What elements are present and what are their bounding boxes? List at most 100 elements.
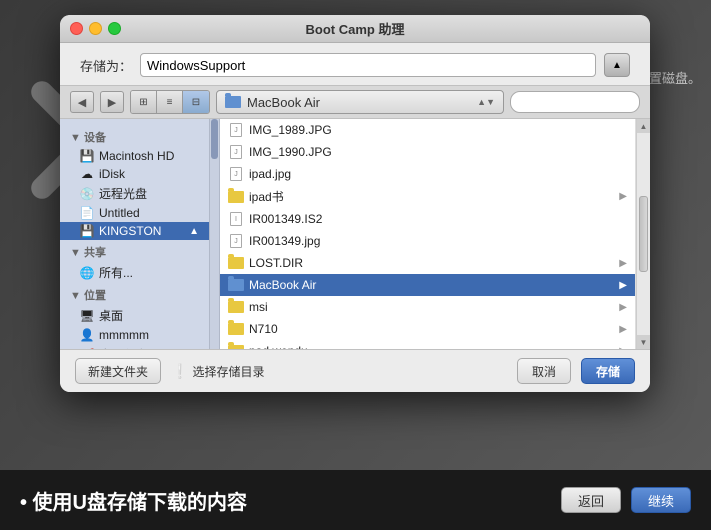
folder-icon-lost xyxy=(228,256,244,270)
sidebar-item-kingston[interactable]: 💾 KINGSTON ▲ xyxy=(60,222,209,240)
search-input[interactable] xyxy=(510,91,640,113)
view-icon-button[interactable]: ⊞ xyxy=(131,91,157,113)
scrollbar-up-button[interactable]: ▲ xyxy=(637,119,650,133)
untitled-icon: 📄 xyxy=(80,206,94,220)
save-as-input[interactable] xyxy=(140,53,596,77)
traffic-lights xyxy=(70,22,121,35)
file-icon-ir-jpg: J xyxy=(228,234,244,248)
folder-icon-n710 xyxy=(228,322,244,336)
file-name-ir-jpg: IR001349.jpg xyxy=(249,234,320,248)
sidebar-scroll-thumb xyxy=(211,119,218,159)
sidebar-item-home[interactable]: 👤 mmmmm xyxy=(60,326,209,344)
file-name-pad-wendu: pad wendu xyxy=(249,344,308,349)
file-item-img1990[interactable]: J IMG_1990.JPG xyxy=(220,141,635,163)
back-button[interactable]: 返回 xyxy=(561,487,621,513)
shared-section-header: ▼ 共享 xyxy=(60,240,209,262)
folder-arrow-lost: ▶ xyxy=(619,258,627,269)
folder-icon-msi xyxy=(228,300,244,314)
remote-disk-icon: 💿 xyxy=(80,187,94,201)
sidebar-item-macintosh-hd[interactable]: 💾 Macintosh HD xyxy=(60,147,209,165)
file-icon-ir-is2: I xyxy=(228,212,244,226)
bottom-bar: • 使用U盘存储下载的内容 返回 继续 xyxy=(0,470,711,530)
home-icon: 👤 xyxy=(80,328,94,342)
file-item-ir-jpg[interactable]: J IR001349.jpg xyxy=(220,230,635,252)
file-column: J IMG_1989.JPG J IMG_1990.JPG J ipad.jpg… xyxy=(220,119,636,349)
folder-arrow-ipad-book: ▶ xyxy=(619,191,627,202)
file-icon-ipad-jpg: J xyxy=(228,167,244,181)
sidebar-item-idisk[interactable]: ☁ iDisk xyxy=(60,165,209,183)
close-button[interactable] xyxy=(70,22,83,35)
file-name-n710: N710 xyxy=(249,322,278,336)
file-item-msi[interactable]: msi ▶ xyxy=(220,296,635,318)
toolbar-row: ◀ ▶ ⊞ ≡ ⊟ MacBook Air ▲▼ 🔍 xyxy=(60,85,650,119)
save-dialog: Boot Camp 助理 存储为： ▲ ◀ ▶ ⊞ ≡ ⊟ MacBook Ai… xyxy=(60,15,650,392)
location-folder-icon xyxy=(225,96,241,108)
folder-arrow-macbook-air: ▶ xyxy=(619,280,627,291)
search-wrapper: 🔍 xyxy=(510,91,640,113)
sidebar-item-desktop[interactable]: 🖥 桌面 xyxy=(60,305,209,326)
warning-text: 选择存储目录 xyxy=(192,363,264,380)
file-item-lost-dir[interactable]: LOST.DIR ▶ xyxy=(220,252,635,274)
file-name-lost-dir: LOST.DIR xyxy=(249,256,303,270)
scrollbar-thumb[interactable] xyxy=(639,196,648,272)
file-name-ipad-book: ipad书 xyxy=(249,188,284,205)
location-dropdown[interactable]: MacBook Air ▲▼ xyxy=(216,90,504,114)
kingston-icon: 💾 xyxy=(80,224,94,238)
remote-disk-label: 远程光盘 xyxy=(99,185,147,202)
idisk-icon: ☁ xyxy=(80,167,94,181)
save-as-label: 存储为： xyxy=(80,56,132,75)
idisk-label: iDisk xyxy=(99,167,125,181)
file-item-ipad-jpg[interactable]: J ipad.jpg xyxy=(220,163,635,185)
file-name-msi: msi xyxy=(249,300,268,314)
all-icon: 🌐 xyxy=(80,266,94,280)
save-button[interactable]: 存储 xyxy=(581,358,635,384)
sidebar: ▼ 设备 💾 Macintosh HD ☁ iDisk 💿 远程光盘 📄 Unt… xyxy=(60,119,210,349)
dialog-title: Boot Camp 助理 xyxy=(306,19,405,38)
file-item-pad-wendu[interactable]: pad wendu ▶ xyxy=(220,340,635,349)
back-nav-button[interactable]: ◀ xyxy=(70,91,94,113)
minimize-button[interactable] xyxy=(89,22,102,35)
title-bar: Boot Camp 助理 xyxy=(60,15,650,43)
apps-label: 应用程序 xyxy=(99,346,147,349)
sidebar-item-untitled[interactable]: 📄 Untitled xyxy=(60,204,209,222)
devices-section-header: ▼ 设备 xyxy=(60,125,209,147)
home-label: mmmmm xyxy=(99,328,149,342)
sidebar-scrollbar[interactable] xyxy=(210,119,220,349)
location-label: MacBook Air xyxy=(247,95,471,110)
apps-icon: 🚀 xyxy=(80,348,94,350)
file-list-scrollbar[interactable]: ▲ ▼ xyxy=(636,119,650,349)
file-name-ipad-jpg: ipad.jpg xyxy=(249,167,291,181)
view-buttons: ⊞ ≡ ⊟ xyxy=(130,90,210,114)
file-item-n710[interactable]: N710 ▶ xyxy=(220,318,635,340)
continue-button[interactable]: 继续 xyxy=(631,487,691,513)
sidebar-item-apps[interactable]: 🚀 应用程序 xyxy=(60,344,209,349)
file-item-img1989[interactable]: J IMG_1989.JPG xyxy=(220,119,635,141)
folder-icon-pad-wendu xyxy=(228,344,244,349)
forward-nav-button[interactable]: ▶ xyxy=(100,91,124,113)
maximize-button[interactable] xyxy=(108,22,121,35)
desktop-label: 桌面 xyxy=(99,307,123,324)
file-item-ipad-book[interactable]: ipad书 ▶ xyxy=(220,185,635,208)
file-name-img1990: IMG_1990.JPG xyxy=(249,145,332,159)
file-list: J IMG_1989.JPG J IMG_1990.JPG J ipad.jpg… xyxy=(220,119,650,349)
folder-arrow-pad-wendu: ▶ xyxy=(619,346,627,350)
cancel-button[interactable]: 取消 xyxy=(517,358,571,384)
save-as-expand-button[interactable]: ▲ xyxy=(604,53,630,77)
file-item-ir-is2[interactable]: I IR001349.IS2 xyxy=(220,208,635,230)
bottom-bar-buttons: 返回 继续 xyxy=(561,487,691,513)
file-item-macbook-air[interactable]: MacBook Air ▶ xyxy=(220,274,635,296)
untitled-label: Untitled xyxy=(99,206,140,220)
warning-icon: ❕ xyxy=(171,363,188,380)
view-column-button[interactable]: ⊟ xyxy=(183,91,209,113)
sidebar-item-remote-disk[interactable]: 💿 远程光盘 xyxy=(60,183,209,204)
dropdown-arrows-icon: ▲▼ xyxy=(477,97,495,107)
folder-arrow-msi: ▶ xyxy=(619,302,627,313)
new-folder-button[interactable]: 新建文件夹 xyxy=(75,358,161,384)
dialog-bottom-toolbar: 新建文件夹 ❕ 选择存储目录 取消 存储 xyxy=(60,349,650,392)
desktop-icon: 🖥 xyxy=(80,309,94,323)
sidebar-item-all[interactable]: 🌐 所有... xyxy=(60,262,209,283)
file-name-macbook-air: MacBook Air xyxy=(249,278,316,292)
folder-arrow-n710: ▶ xyxy=(619,324,627,335)
scrollbar-down-button[interactable]: ▼ xyxy=(637,335,650,349)
view-list-button[interactable]: ≡ xyxy=(157,91,183,113)
